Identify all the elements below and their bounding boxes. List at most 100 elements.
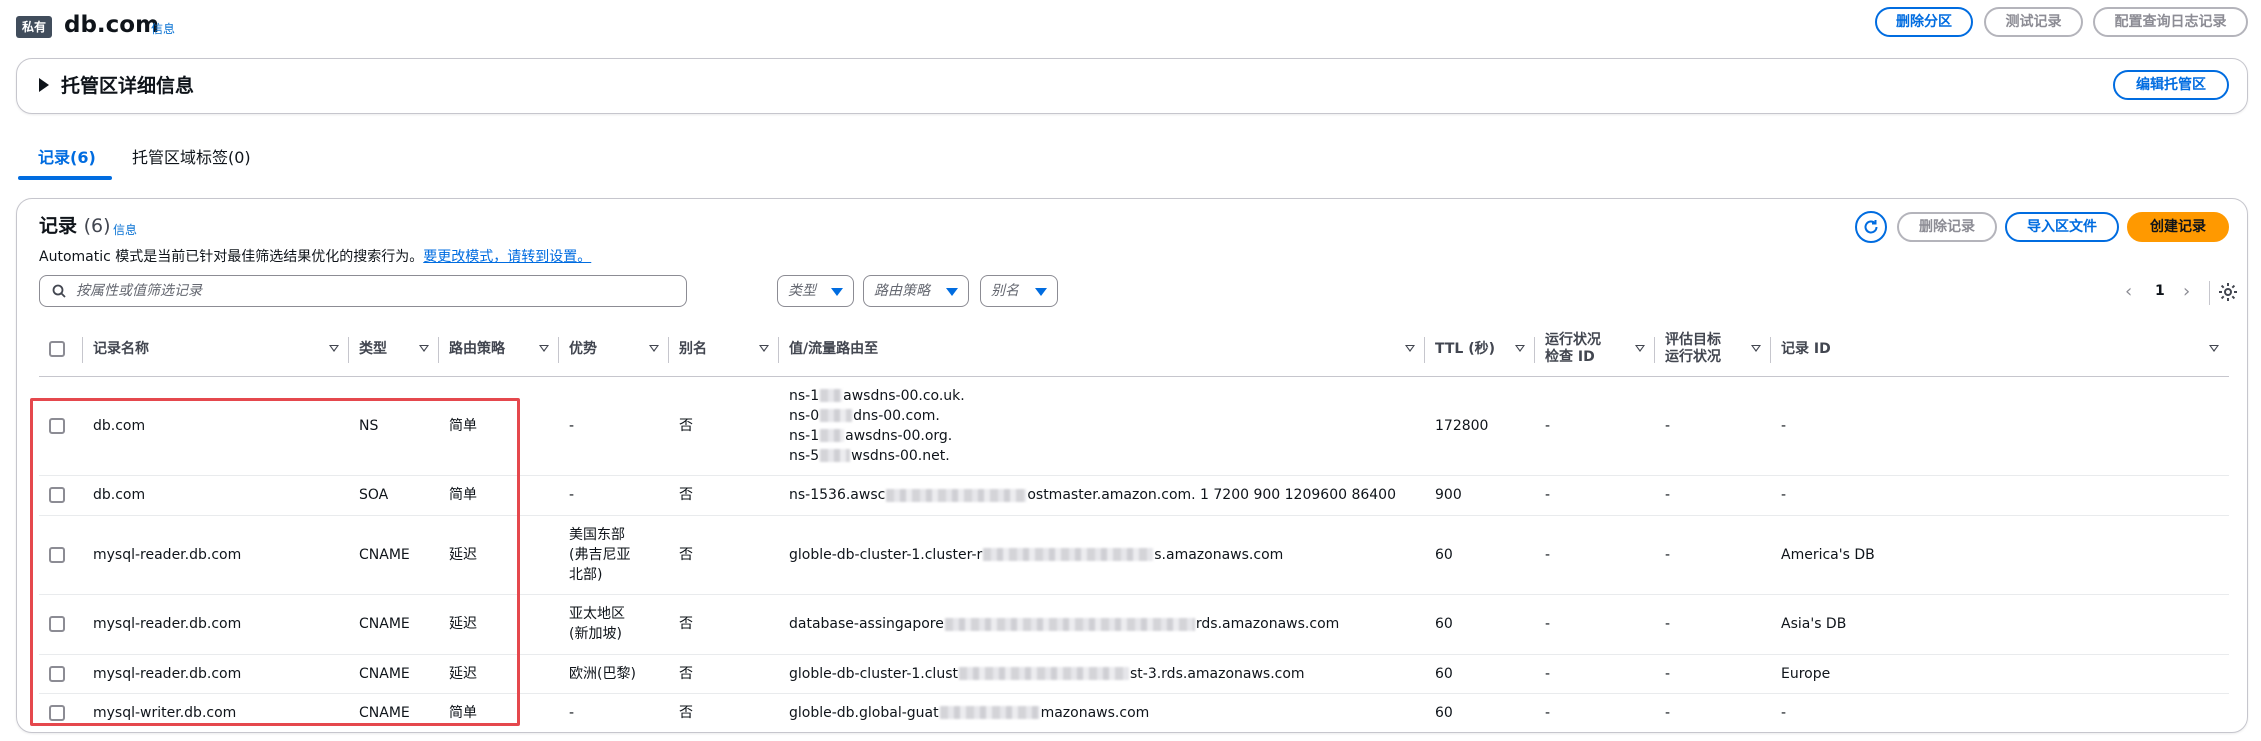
- record-ttl: 900: [1425, 475, 1535, 516]
- previous-page-icon[interactable]: ‹: [2125, 281, 2132, 303]
- record-priority: -: [559, 475, 669, 516]
- pager-divider: [2209, 281, 2210, 305]
- record-health-check: -: [1545, 704, 1551, 721]
- column-header-ttl[interactable]: TTL (秒): [1425, 323, 1535, 377]
- tabs: 记录(6) 托管区域标签(0): [18, 140, 2250, 180]
- active-tab-indicator: [18, 176, 112, 180]
- record-id: -: [1771, 376, 2229, 476]
- record-priority: -: [569, 704, 575, 721]
- select-all-checkbox[interactable]: [49, 340, 65, 357]
- pagination: ‹ 1 ›: [2115, 281, 2205, 305]
- records-title: 记录 (6): [39, 215, 111, 237]
- delete-record-button[interactable]: 删除记录: [1897, 212, 1997, 242]
- delete-zone-button[interactable]: 删除分区: [1875, 7, 1973, 37]
- zone-title: db.com: [64, 12, 160, 38]
- records-count: (6): [83, 215, 111, 237]
- caret-down-icon: [1035, 288, 1047, 296]
- sort-icon: [1405, 345, 1415, 352]
- record-priority: -: [559, 376, 669, 476]
- sort-icon: [1751, 345, 1761, 352]
- record-health-check: -: [1535, 594, 1655, 655]
- gear-icon[interactable]: [2217, 281, 2239, 303]
- records-description: Automatic 模式是当前已针对最佳筛选结果优化的搜索行为。要更改模式，请转…: [39, 249, 592, 265]
- type-filter[interactable]: 类型: [777, 275, 854, 307]
- record-health-check: -: [1535, 376, 1655, 476]
- import-zone-file-button[interactable]: 导入区文件: [2005, 212, 2119, 242]
- sort-icon: [419, 345, 429, 352]
- column-header-record-id[interactable]: 记录 ID: [1771, 323, 2229, 377]
- alias-filter[interactable]: 别名: [980, 275, 1058, 307]
- record-evaluate-health: -: [1665, 704, 1671, 721]
- column-header-value[interactable]: 值/流量路由至: [779, 323, 1425, 377]
- record-id: -: [1781, 704, 1787, 721]
- column-header-evaluate-health[interactable]: 评估目标 运行状况: [1655, 323, 1771, 377]
- edit-hosted-zone-button[interactable]: 编辑托管区: [2113, 70, 2229, 100]
- tab-records[interactable]: 记录(6): [38, 146, 96, 170]
- test-record-button[interactable]: 测试记录: [1984, 7, 2083, 37]
- record-evaluate-health: -: [1655, 654, 1771, 694]
- record-evaluate-health: -: [1655, 515, 1771, 595]
- record-priority: 美国东部 (弗吉尼亚 北部): [559, 515, 669, 595]
- record-health-check: -: [1535, 654, 1655, 694]
- record-value: database-assingapore rds.amazonaws.com: [779, 594, 1425, 655]
- sort-icon: [539, 345, 549, 352]
- record-ttl: 60: [1425, 654, 1535, 694]
- record-id: -: [1771, 475, 2229, 516]
- records-info-link[interactable]: 信息: [113, 221, 137, 238]
- select-all-header: [39, 323, 83, 377]
- tab-zone-tags[interactable]: 托管区域标签(0): [132, 146, 251, 170]
- record-alias: 否: [669, 515, 779, 595]
- sort-icon: [1635, 345, 1645, 352]
- record-alias: 否: [669, 594, 779, 655]
- record-evaluate-health: -: [1655, 475, 1771, 516]
- table-header-row: 记录名称 类型 路由策略 优势 别名 值/流量路由至 TTL (秒) 运行状况检…: [39, 323, 2229, 377]
- record-ttl: 172800: [1425, 376, 1535, 476]
- column-header-priority[interactable]: 优势: [559, 323, 669, 377]
- sort-icon: [1515, 345, 1525, 352]
- refresh-button[interactable]: [1855, 211, 1887, 243]
- create-record-button[interactable]: 创建记录: [2127, 212, 2229, 242]
- record-value: ns-1 awsdns-00.co.uk. ns-0 dns-00.com. ns-…: [779, 376, 1425, 476]
- sort-icon: [329, 345, 339, 352]
- column-header-name[interactable]: 记录名称: [83, 323, 349, 377]
- record-ttl: 60: [1435, 704, 1453, 721]
- search-input[interactable]: [76, 280, 676, 302]
- record-ttl: 60: [1425, 515, 1535, 595]
- record-id: America's DB: [1771, 515, 2229, 595]
- configure-query-logging-button[interactable]: 配置查询日志记录: [2093, 7, 2248, 37]
- record-priority: 欧洲(巴黎): [559, 654, 669, 694]
- caret-down-icon: [831, 288, 843, 296]
- record-alias: 否: [669, 376, 779, 476]
- search-icon: [52, 284, 66, 298]
- column-header-policy[interactable]: 路由策略: [439, 323, 559, 377]
- record-evaluate-health: -: [1655, 594, 1771, 655]
- record-alias: 否: [669, 475, 779, 516]
- record-value: globle-db-cluster-1.clust st-3.rds.amazon…: [779, 654, 1425, 694]
- record-health-check: -: [1535, 515, 1655, 595]
- change-mode-link[interactable]: 要更改模式，请转到设置。: [423, 249, 591, 265]
- record-value: globle-db.global-guat mazonaws.com: [789, 704, 1150, 721]
- routing-policy-filter[interactable]: 路由策略: [863, 275, 969, 307]
- hosted-zone-details-toggle[interactable]: 托管区详细信息: [39, 73, 194, 99]
- zone-info-link[interactable]: 信息: [151, 20, 175, 37]
- record-evaluate-health: -: [1655, 376, 1771, 476]
- next-page-icon[interactable]: ›: [2183, 281, 2190, 303]
- details-title: 托管区详细信息: [61, 75, 195, 97]
- record-id: Europe: [1771, 654, 2229, 694]
- column-header-alias[interactable]: 别名: [669, 323, 779, 377]
- sort-icon: [759, 345, 769, 352]
- current-page[interactable]: 1: [2155, 283, 2165, 299]
- caret-right-icon: [39, 77, 49, 92]
- caret-down-icon: [946, 288, 958, 296]
- column-header-type[interactable]: 类型: [349, 323, 439, 377]
- sort-icon: [2209, 345, 2219, 352]
- hosted-zone-details-panel: 托管区详细信息 编辑托管区: [16, 58, 2248, 114]
- column-header-health-check[interactable]: 运行状况 检查 ID: [1535, 323, 1655, 377]
- sort-icon: [649, 345, 659, 352]
- record-alias: 否: [679, 704, 693, 721]
- private-badge: 私有: [16, 16, 53, 38]
- record-id: Asia's DB: [1771, 594, 2229, 655]
- record-search[interactable]: [39, 275, 687, 307]
- record-priority: 亚太地区 (新加坡): [559, 594, 669, 655]
- record-health-check: -: [1535, 475, 1655, 516]
